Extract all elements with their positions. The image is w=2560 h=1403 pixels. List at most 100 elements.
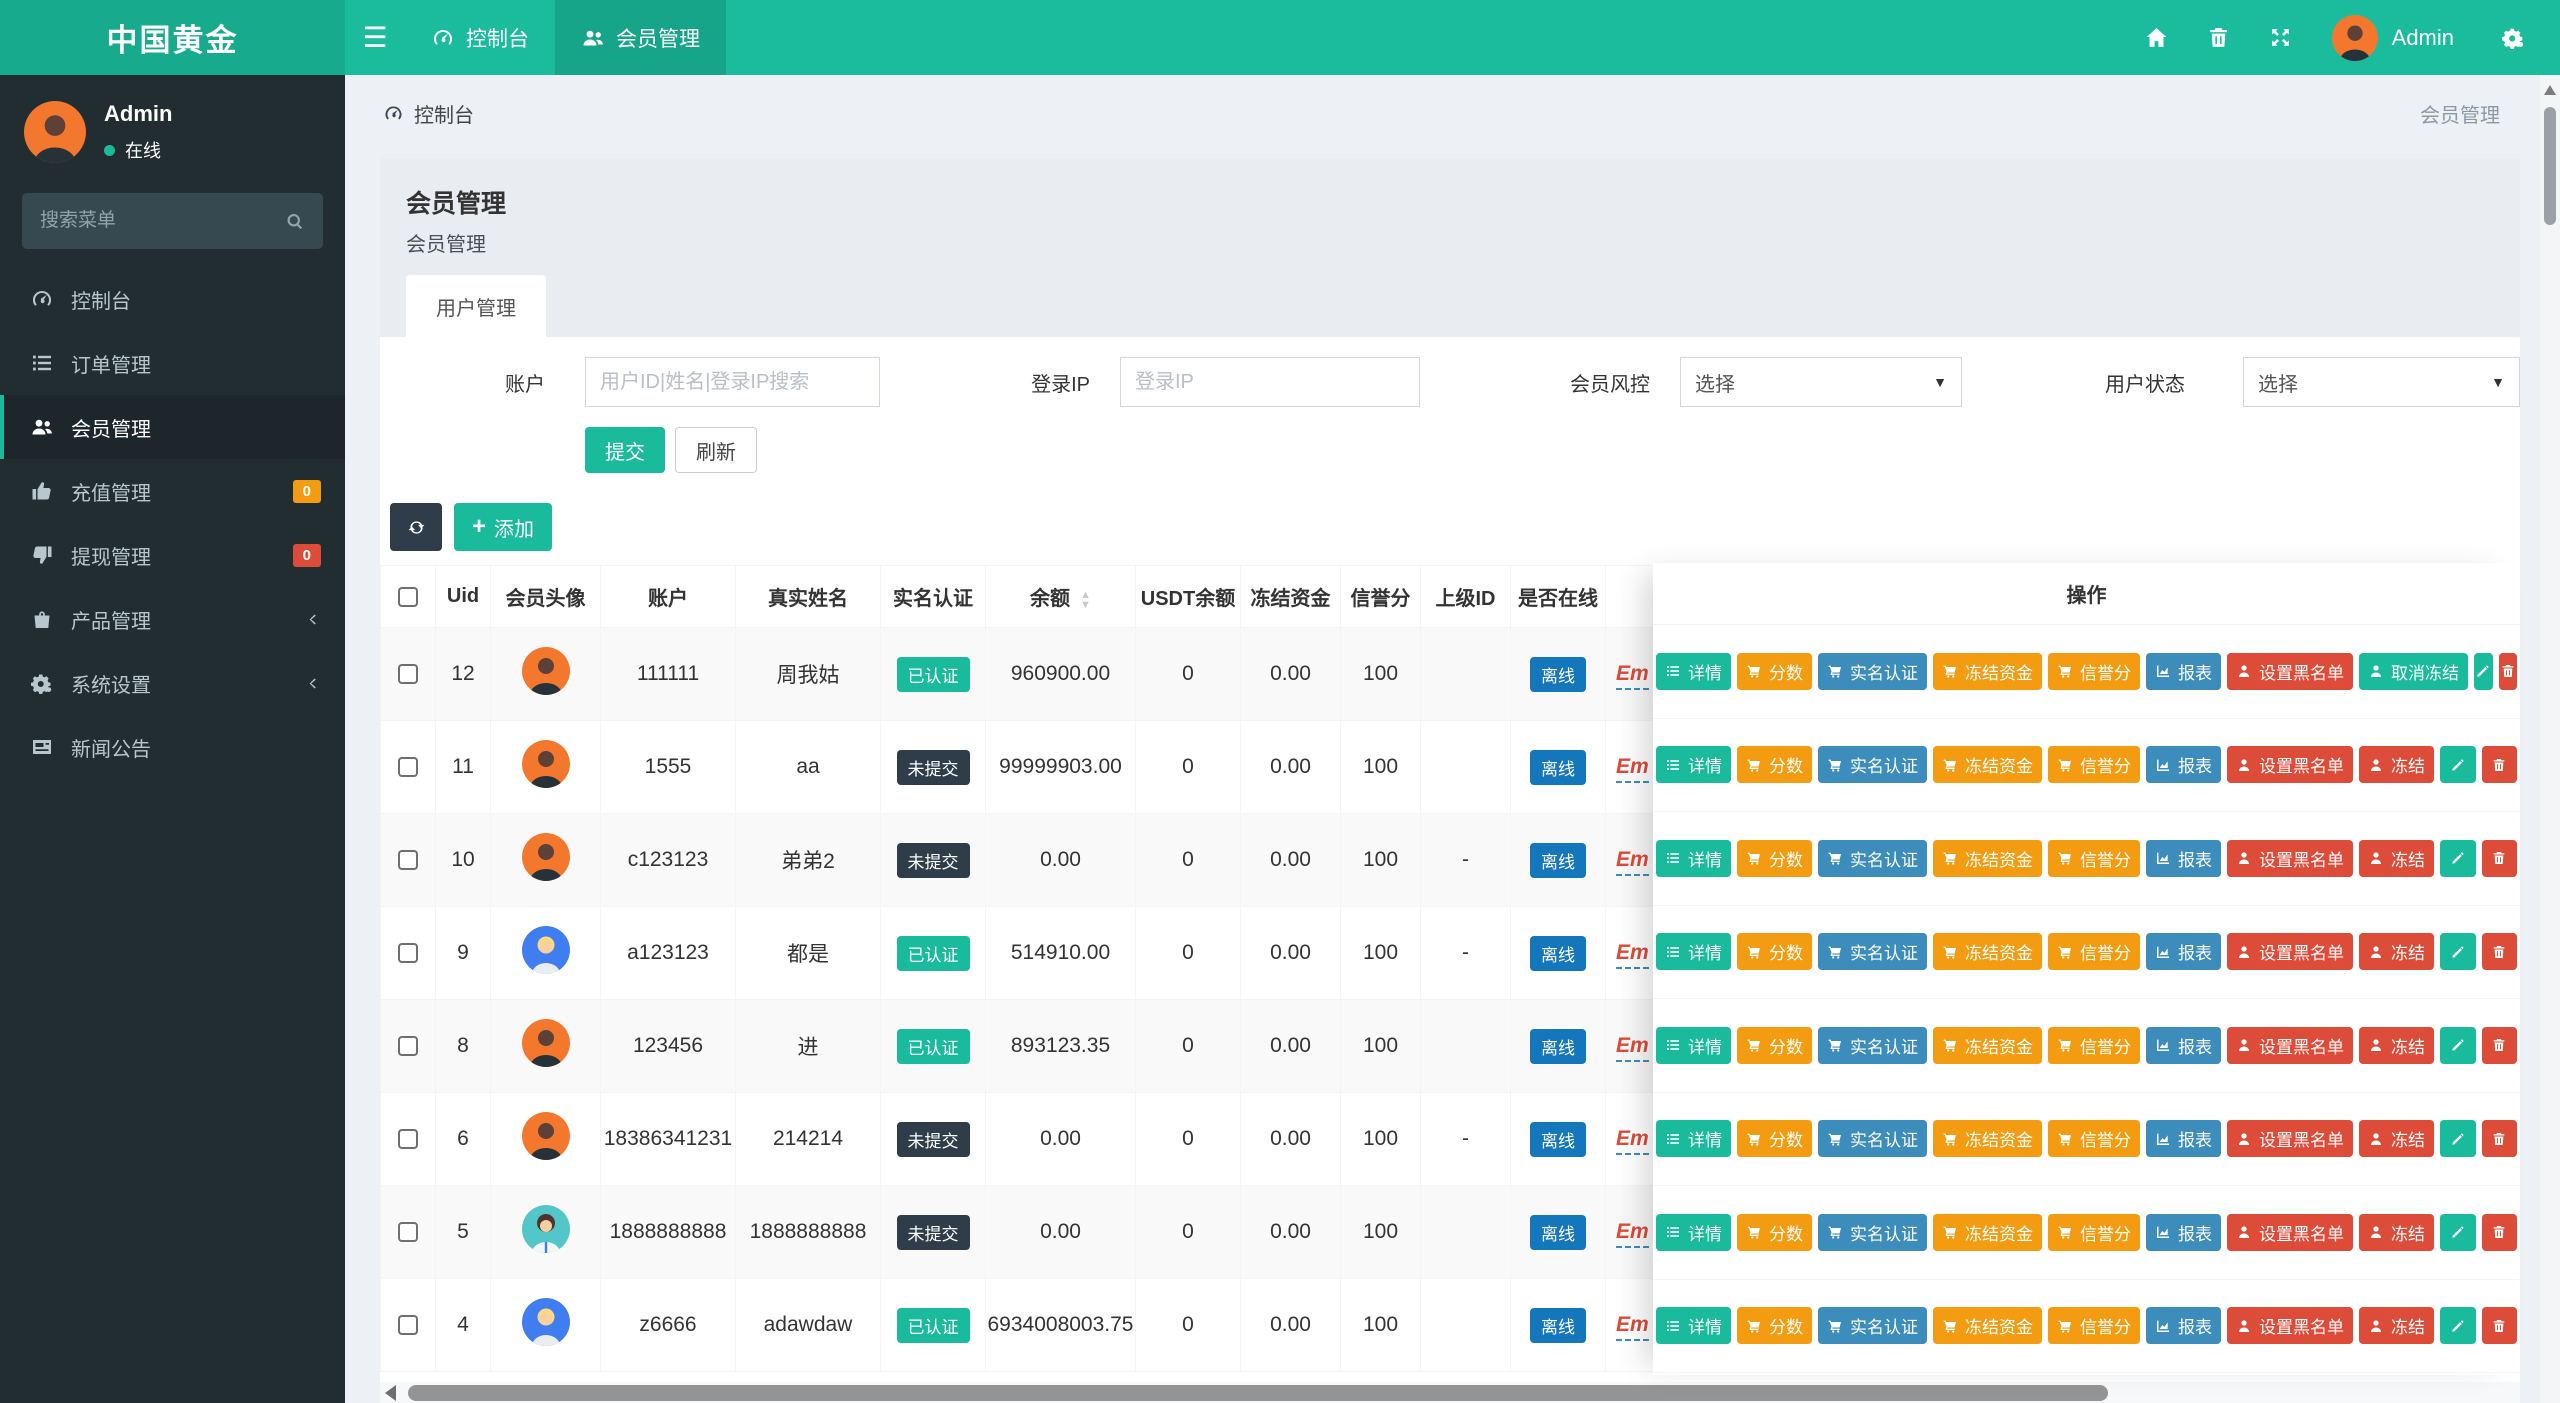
remark-link[interactable]: Em xyxy=(1616,1034,1649,1062)
search-icon[interactable] xyxy=(285,211,305,232)
credit-score-button[interactable]: 信誉分 xyxy=(2048,933,2140,970)
credit-score-button[interactable]: 信誉分 xyxy=(2048,653,2140,690)
freeze-button[interactable]: 冻结 xyxy=(2359,1027,2434,1064)
sidebar-avatar[interactable] xyxy=(24,101,86,163)
realname-auth-button[interactable]: 实名认证 xyxy=(1818,933,1927,970)
horizontal-scrollbar[interactable] xyxy=(380,1382,2520,1403)
add-member-button[interactable]: + 添加 xyxy=(454,503,552,551)
freeze-funds-button[interactable]: 冻结资金 xyxy=(1933,746,2042,783)
delete-button[interactable] xyxy=(2482,746,2518,783)
set-blacklist-button[interactable]: 设置黑名单 xyxy=(2227,840,2353,877)
row-checkbox[interactable] xyxy=(398,1315,418,1335)
detail-button[interactable]: 详情 xyxy=(1656,746,1731,783)
edit-button[interactable] xyxy=(2440,746,2476,783)
nav-tab-members[interactable]: 会员管理 xyxy=(555,0,726,75)
sidebar-item-5[interactable]: 产品管理 xyxy=(0,587,345,651)
nav-tab-console[interactable]: 控制台 xyxy=(405,0,555,75)
freeze-funds-button[interactable]: 冻结资金 xyxy=(1933,1120,2042,1157)
member-avatar[interactable] xyxy=(522,647,570,695)
freeze-funds-button[interactable]: 冻结资金 xyxy=(1933,933,2042,970)
delete-button[interactable] xyxy=(2482,1120,2518,1157)
score-button[interactable]: 分数 xyxy=(1737,933,1812,970)
row-checkbox[interactable] xyxy=(398,664,418,684)
score-button[interactable]: 分数 xyxy=(1737,1120,1812,1157)
report-button[interactable]: 报表 xyxy=(2146,840,2221,877)
submit-button[interactable]: 提交 xyxy=(585,427,665,473)
select-all-checkbox[interactable] xyxy=(398,587,418,607)
tab-user-management[interactable]: 用户管理 xyxy=(406,275,546,337)
set-blacklist-button[interactable]: 设置黑名单 xyxy=(2227,1120,2353,1157)
detail-button[interactable]: 详情 xyxy=(1656,1027,1731,1064)
realname-auth-button[interactable]: 实名认证 xyxy=(1818,1120,1927,1157)
user-avatar[interactable] xyxy=(2332,15,2378,61)
realname-auth-button[interactable]: 实名认证 xyxy=(1818,840,1927,877)
row-checkbox[interactable] xyxy=(398,943,418,963)
report-button[interactable]: 报表 xyxy=(2146,933,2221,970)
delete-button[interactable] xyxy=(2482,1027,2518,1064)
freeze-button[interactable]: 冻结 xyxy=(2359,1120,2434,1157)
sidebar-item-3[interactable]: 充值管理0 xyxy=(0,459,345,523)
delete-button[interactable] xyxy=(2482,933,2518,970)
set-blacklist-button[interactable]: 设置黑名单 xyxy=(2227,653,2353,690)
set-blacklist-button[interactable]: 设置黑名单 xyxy=(2227,933,2353,970)
realname-auth-button[interactable]: 实名认证 xyxy=(1818,746,1927,783)
home-button[interactable] xyxy=(2126,25,2188,50)
sidebar-toggle-button[interactable]: ☰ xyxy=(345,0,405,75)
score-button[interactable]: 分数 xyxy=(1737,1214,1812,1251)
remark-link[interactable]: Em xyxy=(1616,755,1649,783)
set-blacklist-button[interactable]: 设置黑名单 xyxy=(2227,1027,2353,1064)
user-name[interactable]: Admin xyxy=(2392,25,2454,51)
member-avatar[interactable] xyxy=(522,1298,570,1346)
brand-logo[interactable]: 中国黄金 xyxy=(0,0,345,75)
delete-button[interactable] xyxy=(2482,1307,2518,1344)
score-button[interactable]: 分数 xyxy=(1737,1307,1812,1344)
edit-button[interactable] xyxy=(2440,1027,2476,1064)
risk-select[interactable]: 选择 ▼ xyxy=(1680,357,1962,407)
report-button[interactable]: 报表 xyxy=(2146,1120,2221,1157)
row-checkbox[interactable] xyxy=(398,850,418,870)
user-status-select[interactable]: 选择 ▼ xyxy=(2243,357,2520,407)
realname-auth-button[interactable]: 实名认证 xyxy=(1818,1307,1927,1344)
row-checkbox[interactable] xyxy=(398,757,418,777)
sidebar-item-0[interactable]: 控制台 xyxy=(0,267,345,331)
breadcrumb-left[interactable]: 控制台 xyxy=(383,99,474,128)
detail-button[interactable]: 详情 xyxy=(1656,933,1731,970)
remark-link[interactable]: Em xyxy=(1616,1127,1649,1155)
freeze-button[interactable]: 冻结 xyxy=(2359,1214,2434,1251)
member-avatar[interactable] xyxy=(522,1112,570,1160)
vertical-scrollbar-thumb[interactable] xyxy=(2544,107,2556,225)
realname-auth-button[interactable]: 实名认证 xyxy=(1818,1027,1927,1064)
credit-score-button[interactable]: 信誉分 xyxy=(2048,1307,2140,1344)
freeze-funds-button[interactable]: 冻结资金 xyxy=(1933,840,2042,877)
sidebar-item-7[interactable]: 新闻公告 xyxy=(0,715,345,779)
freeze-button[interactable]: 冻结 xyxy=(2359,1307,2434,1344)
login-ip-input[interactable] xyxy=(1120,357,1420,407)
report-button[interactable]: 报表 xyxy=(2146,746,2221,783)
score-button[interactable]: 分数 xyxy=(1737,840,1812,877)
freeze-funds-button[interactable]: 冻结资金 xyxy=(1933,653,2042,690)
report-button[interactable]: 报表 xyxy=(2146,653,2221,690)
freeze-button[interactable]: 冻结 xyxy=(2359,933,2434,970)
edit-button[interactable] xyxy=(2440,933,2476,970)
freeze-button[interactable]: 冻结 xyxy=(2359,840,2434,877)
sort-icon[interactable]: ▲▼ xyxy=(1080,590,1091,610)
member-avatar[interactable] xyxy=(522,926,570,974)
set-blacklist-button[interactable]: 设置黑名单 xyxy=(2227,1307,2353,1344)
remark-link[interactable]: Em xyxy=(1616,662,1649,690)
realname-auth-button[interactable]: 实名认证 xyxy=(1818,1214,1927,1251)
member-avatar[interactable] xyxy=(522,1019,570,1067)
sidebar-item-4[interactable]: 提现管理0 xyxy=(0,523,345,587)
edit-button[interactable] xyxy=(2474,653,2493,690)
edit-button[interactable] xyxy=(2440,1120,2476,1157)
detail-button[interactable]: 详情 xyxy=(1656,653,1731,690)
member-avatar[interactable] xyxy=(522,740,570,788)
scroll-up-arrow-icon[interactable] xyxy=(2544,85,2556,95)
score-button[interactable]: 分数 xyxy=(1737,746,1812,783)
fullscreen-button[interactable] xyxy=(2250,25,2312,50)
realname-auth-button[interactable]: 实名认证 xyxy=(1818,653,1927,690)
detail-button[interactable]: 详情 xyxy=(1656,840,1731,877)
account-search-input[interactable] xyxy=(585,357,880,407)
clear-cache-button[interactable] xyxy=(2188,25,2250,50)
credit-score-button[interactable]: 信誉分 xyxy=(2048,1120,2140,1157)
row-checkbox[interactable] xyxy=(398,1129,418,1149)
